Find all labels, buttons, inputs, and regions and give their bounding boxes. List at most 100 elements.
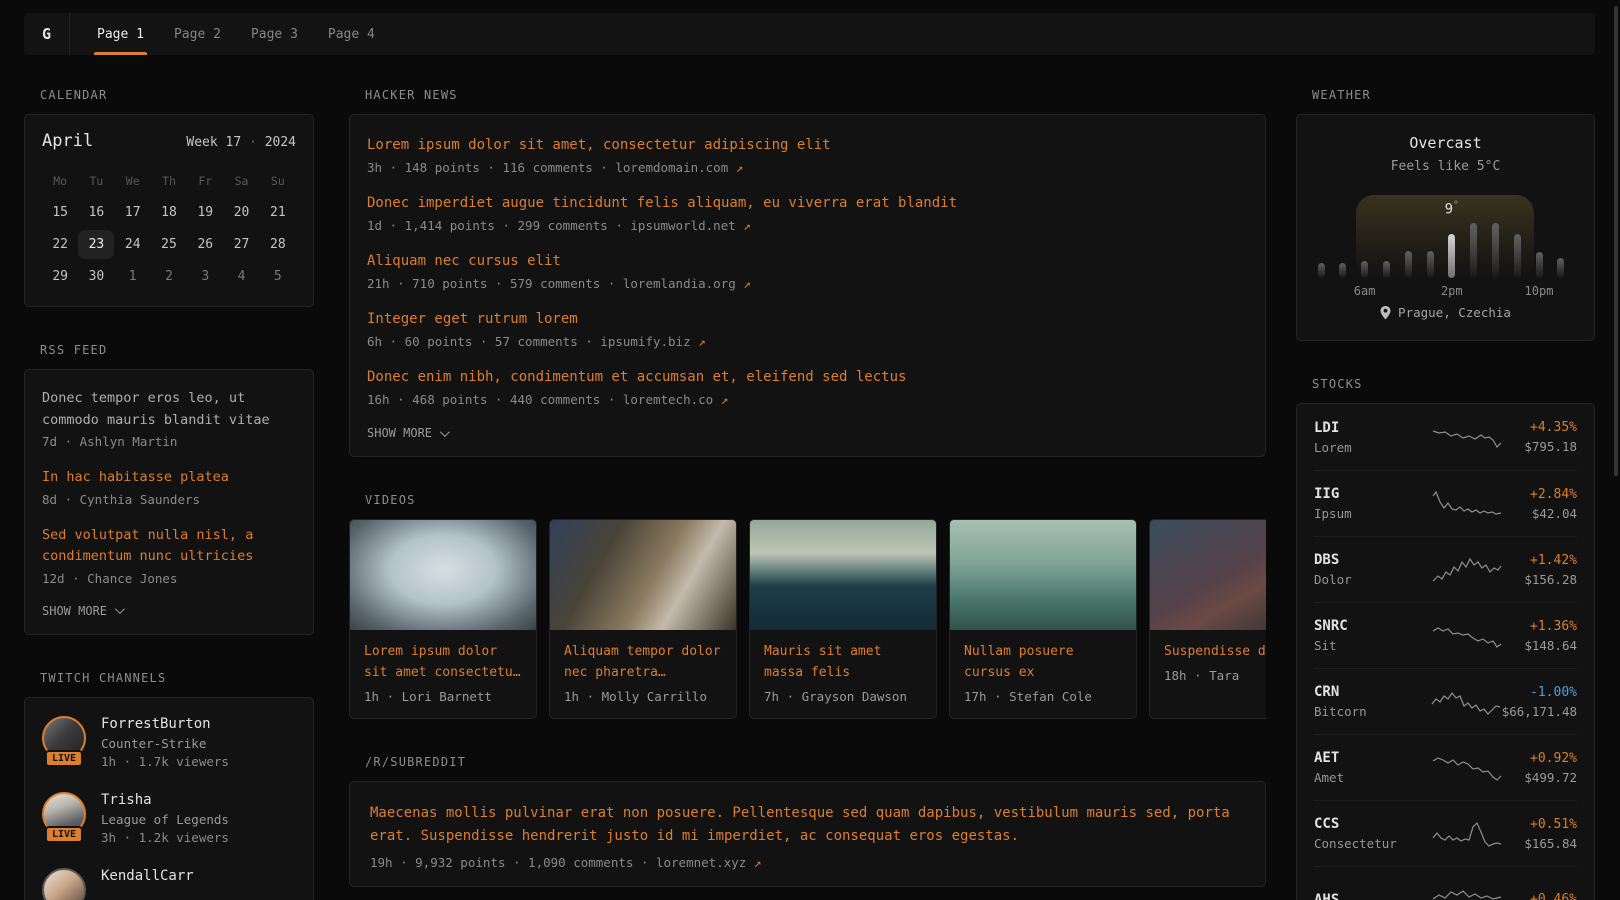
stock-row[interactable]: AHS+0.46% [1314, 866, 1577, 900]
hackernews-item: Lorem ipsum dolor sit amet, consectetur … [367, 136, 1248, 175]
calendar-day: 26 [187, 228, 223, 260]
live-badge: LIVE [45, 750, 83, 767]
stock-price: $42.04 [1503, 506, 1577, 521]
weather-location[interactable]: Prague, Czechia [1297, 305, 1594, 320]
rss-item-title[interactable]: Sed volutpat nulla nisl, a condimentum n… [42, 525, 296, 568]
calendar-day: 28 [260, 228, 296, 260]
hackernews-item: Donec imperdiet augue tincidunt felis al… [367, 194, 1248, 233]
hackernews-item-meta: 21h · 710 points · 579 comments · loreml… [367, 276, 1248, 291]
twitch-channel-info: ForrestBurtonCounter-Strike1h · 1.7k vie… [101, 716, 229, 769]
hackernews-item-title[interactable]: Aliquam nec cursus elit [367, 252, 1248, 270]
calendar-day: 20 [223, 196, 259, 228]
twitch-channel-name[interactable]: ForrestBurton [101, 716, 229, 732]
tab-page-3[interactable]: Page 3 [248, 13, 301, 55]
stock-sparkline [1430, 687, 1502, 717]
weather-bar [1427, 251, 1434, 278]
page-scrollbar-thumb[interactable] [1614, 6, 1618, 476]
calendar-day: 24 [115, 228, 151, 260]
weather-bar [1536, 252, 1543, 278]
tab-page-1[interactable]: Page 1 [94, 13, 147, 55]
calendar-day: 18 [151, 196, 187, 228]
stock-row[interactable]: CCSConsectetur+0.51%$165.84 [1314, 800, 1577, 866]
rss-item-title[interactable]: Donec tempor eros leo, ut commodo mauris… [42, 388, 296, 431]
calendar-day: 29 [42, 260, 78, 292]
stock-change: -1.00% [1502, 685, 1577, 700]
rss-widget: RSS FEED Donec tempor eros leo, ut commo… [24, 343, 314, 635]
calendar-day: 27 [223, 228, 259, 260]
hackernews-item-title[interactable]: Lorem ipsum dolor sit amet, consectetur … [367, 136, 1248, 154]
external-link-icon: ↗ [736, 160, 744, 175]
twitch-channel-row[interactable]: LIVE ForrestBurtonCounter-Strike1h · 1.7k… [42, 716, 296, 769]
twitch-channel-meta: 1h · 1.7k viewers [101, 754, 229, 769]
weather-bar [1383, 261, 1390, 278]
avatar[interactable]: LIVE [42, 716, 86, 760]
weather-time-label: 10pm [1525, 284, 1554, 298]
stock-change: +0.46% [1503, 892, 1577, 900]
video-thumbnail-hands-holding-camera[interactable] [550, 520, 736, 630]
video-title[interactable]: Lorem ipsum dolor sit amet consectetu… [364, 641, 522, 683]
hackernews-item-title[interactable]: Donec enim nibh, condimentum et accumsan… [367, 368, 1248, 386]
twitch-channel-meta: 3h · 1.2k viewers [101, 830, 229, 845]
stock-name: Consectetur [1314, 836, 1431, 851]
video-thumbnail-sea-boat-wake[interactable] [750, 520, 936, 630]
stock-row[interactable]: CRNBitcorn-1.00%$66,171.48 [1314, 668, 1577, 734]
stock-row[interactable]: IIGIpsum+2.84%$42.04 [1314, 470, 1577, 536]
twitch-channel-row[interactable]: KendallCarr [42, 868, 296, 900]
video-title[interactable]: Mauris sit amet massa felis [764, 641, 922, 683]
hackernews-item-title[interactable]: Integer eget rutrum lorem [367, 310, 1248, 328]
stock-name: Ipsum [1314, 506, 1431, 521]
video-title[interactable]: Nullam posuere cursus ex [964, 641, 1122, 683]
stock-symbol: CRN [1314, 684, 1430, 700]
video-title[interactable]: Suspendisse diam [1164, 641, 1266, 662]
video-thumbnail-concrete-pillars-sky[interactable] [350, 520, 536, 630]
stock-sparkline [1431, 819, 1503, 849]
calendar-day-header: Su [260, 174, 296, 188]
weather-current-temp: 9° [1445, 200, 1459, 218]
location-pin-icon [1380, 306, 1391, 320]
rss-items: Donec tempor eros leo, ut commodo mauris… [42, 388, 296, 586]
twitch-channel-row[interactable]: LIVETrishaLeague of Legends3h · 1.2k vie… [42, 792, 296, 845]
calendar-day: 1 [115, 260, 151, 292]
hackernews-show-more-button[interactable]: SHOW MORE [367, 426, 1248, 440]
weather-bar [1470, 223, 1477, 278]
tab-page-2[interactable]: Page 2 [171, 13, 224, 55]
video-meta: 7h · Grayson Dawson [764, 689, 922, 704]
twitch-channel-name[interactable]: KendallCarr [101, 868, 194, 884]
twitch-channel-name[interactable]: Trisha [101, 792, 229, 808]
stock-row[interactable]: SNRCSit+1.36%$148.64 [1314, 602, 1577, 668]
calendar-day-headers: MoTuWeThFrSaSu [42, 174, 296, 188]
video-thumbnail-dark-silhouette[interactable] [1150, 520, 1266, 630]
calendar-day-header: Mo [42, 174, 78, 188]
rss-item: Sed volutpat nulla nisl, a condimentum n… [42, 525, 296, 586]
weather-bar [1514, 234, 1521, 278]
weather-bar [1405, 251, 1412, 278]
video-card: Lorem ipsum dolor sit amet consectetu… 1h… [349, 519, 537, 719]
calendar-day: 19 [187, 196, 223, 228]
tab-page-4[interactable]: Page 4 [325, 13, 378, 55]
hackernews-item-title[interactable]: Donec imperdiet augue tincidunt felis al… [367, 194, 1248, 212]
subreddit-post-title[interactable]: Maecenas mollis pulvinar erat non posuer… [370, 802, 1230, 848]
hackernews-item: Aliquam nec cursus elit 21h · 710 points … [367, 252, 1248, 291]
stock-row[interactable]: DBSDolor+1.42%$156.28 [1314, 536, 1577, 602]
stock-symbol: AET [1314, 750, 1431, 766]
calendar-widget-title: CALENDAR [40, 88, 314, 102]
stock-row[interactable]: AETAmet+0.92%$499.72 [1314, 734, 1577, 800]
weather-bar [1361, 261, 1368, 278]
stocks-list: LDILorem+4.35%$795.18IIGIpsum+2.84%$42.0… [1296, 403, 1595, 900]
rss-item: Donec tempor eros leo, ut commodo mauris… [42, 388, 296, 449]
stock-name: Amet [1314, 770, 1431, 785]
rss-show-more-button[interactable]: SHOW MORE [42, 604, 296, 618]
calendar-grid: 1516171819202122232425262728293012345 [42, 196, 296, 292]
stock-symbol: IIG [1314, 486, 1431, 502]
video-title[interactable]: Aliquam tempor dolor nec pharetra… [564, 641, 722, 683]
calendar-day: 16 [78, 196, 114, 228]
video-meta: 1h · Lori Barnett [364, 689, 522, 704]
rss-item-title[interactable]: In hac habitasse platea [42, 467, 296, 489]
stock-row[interactable]: LDILorem+4.35%$795.18 [1314, 404, 1577, 470]
video-thumbnail-canoe-on-foggy-lake[interactable] [950, 520, 1136, 630]
avatar[interactable]: LIVE [42, 792, 86, 836]
avatar[interactable] [42, 868, 86, 900]
right-column: WEATHER Overcast Feels like 5°C 9°6am2pm… [1296, 88, 1595, 900]
live-badge: LIVE [45, 826, 83, 843]
app-logo[interactable]: G [24, 13, 70, 55]
